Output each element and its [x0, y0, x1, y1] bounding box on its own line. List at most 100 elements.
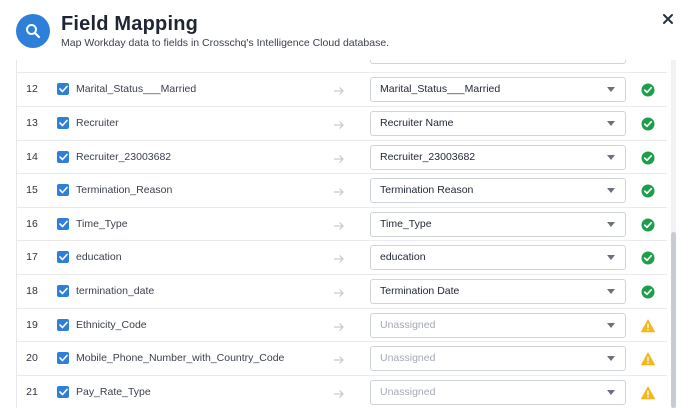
arrow-right-icon — [333, 353, 345, 365]
scrollbar-thumb[interactable] — [671, 232, 676, 408]
arrow-right-icon — [333, 185, 345, 197]
table-row: 21 Pay_Rate_Type Unassigned — [17, 375, 667, 408]
include-checkbox[interactable] — [57, 285, 69, 297]
row-number: 21 — [26, 386, 38, 398]
source-field-name: Marital_Status___Married — [76, 83, 197, 95]
select-value: Unassigned — [380, 352, 436, 364]
select-value: education — [380, 251, 426, 263]
source-field-name: Pay_Rate_Type — [76, 386, 151, 398]
row-number: 19 — [26, 319, 38, 331]
source-field-name: Recruiter — [76, 117, 119, 129]
check-circle-icon — [641, 83, 655, 97]
include-checkbox[interactable] — [57, 386, 69, 398]
search-icon — [16, 14, 50, 48]
target-field-select[interactable]: Recruiter_23003682 — [370, 145, 626, 170]
target-field-select[interactable]: Unassigned — [370, 313, 626, 338]
include-checkbox[interactable] — [57, 151, 69, 163]
source-field-name: Recruiter_23003682 — [76, 151, 172, 163]
include-checkbox[interactable] — [57, 352, 69, 364]
include-checkbox[interactable] — [57, 184, 69, 196]
row-number: 12 — [26, 83, 38, 95]
close-icon[interactable] — [661, 12, 675, 26]
check-circle-icon — [641, 117, 655, 131]
select-value: Termination Date — [380, 285, 460, 297]
warning-icon — [641, 386, 655, 400]
source-field-name: Mobile_Phone_Number_with_Country_Code — [76, 352, 285, 364]
chevron-down-icon — [607, 155, 615, 160]
arrow-right-icon — [333, 84, 345, 96]
arrow-right-icon — [333, 219, 345, 231]
chevron-down-icon — [607, 188, 615, 193]
table-row: 15 Termination_Reason Termination Reason — [17, 173, 667, 207]
select-value: Unassigned — [380, 386, 436, 398]
target-field-select[interactable]: education — [370, 245, 626, 270]
target-field-select[interactable]: Recruiter Name — [370, 111, 626, 136]
select-value: Time_Type — [380, 218, 432, 230]
arrow-right-icon — [333, 387, 345, 399]
row-number: 18 — [26, 285, 38, 297]
include-checkbox[interactable] — [57, 117, 69, 129]
chevron-down-icon — [607, 255, 615, 260]
table-row: 12 Marital_Status___Married Marital_Stat… — [17, 72, 667, 106]
include-checkbox[interactable] — [57, 251, 69, 263]
row-number: 16 — [26, 218, 38, 230]
row-number: 14 — [26, 151, 38, 163]
chevron-down-icon — [607, 222, 615, 227]
table-row: 13 Recruiter Recruiter Name — [17, 106, 667, 140]
source-field-name: Ethnicity_Code — [76, 319, 147, 331]
row-number — [17, 60, 47, 68]
target-field-select[interactable]: Marital_Status___Married — [370, 77, 626, 102]
table-row: 19 Ethnicity_Code Unassigned — [17, 308, 667, 342]
include-checkbox[interactable] — [57, 218, 69, 230]
target-field-select[interactable]: Unassigned — [370, 380, 626, 405]
chevron-down-icon — [607, 323, 615, 328]
select-value: Recruiter Name — [380, 117, 454, 129]
check-circle-icon — [641, 251, 655, 265]
row-number: 17 — [26, 251, 38, 263]
table-row — [17, 60, 667, 68]
target-field-select[interactable] — [370, 60, 626, 64]
table-row: 14 Recruiter_23003682 Recruiter_23003682 — [17, 140, 667, 174]
row-number: 13 — [26, 117, 38, 129]
table-row: 16 Time_Type Time_Type — [17, 207, 667, 241]
row-number: 15 — [26, 184, 38, 196]
warning-icon — [641, 352, 655, 366]
select-value: Termination Reason — [380, 184, 474, 196]
table-row: 17 education education — [17, 240, 667, 274]
target-field-select[interactable]: Termination Date — [370, 279, 626, 304]
page-subtitle: Map Workday data to fields in Crosschq's… — [61, 37, 390, 49]
chevron-down-icon — [607, 87, 615, 92]
include-checkbox[interactable] — [57, 319, 69, 331]
table-row: 20 Mobile_Phone_Number_with_Country_Code… — [17, 341, 667, 375]
target-field-select[interactable]: Unassigned — [370, 346, 626, 371]
select-value: Unassigned — [380, 319, 436, 331]
page-title: Field Mapping — [61, 13, 199, 35]
arrow-right-icon — [333, 286, 345, 298]
field-mapping-table: 12 Marital_Status___Married Marital_Stat… — [16, 60, 667, 408]
check-circle-icon — [641, 184, 655, 198]
table-row: 18 termination_date Termination Date — [17, 274, 667, 308]
source-field-name: education — [76, 251, 122, 263]
modal-header: Field Mapping Map Workday data to fields… — [0, 0, 688, 60]
arrow-right-icon — [333, 252, 345, 264]
row-number: 20 — [26, 352, 38, 364]
arrow-right-icon — [333, 320, 345, 332]
arrow-right-icon — [333, 118, 345, 130]
include-checkbox[interactable] — [57, 83, 69, 95]
source-field-name: Time_Type — [76, 218, 128, 230]
chevron-down-icon — [607, 121, 615, 126]
select-value: Recruiter_23003682 — [380, 151, 476, 163]
check-circle-icon — [641, 285, 655, 299]
check-circle-icon — [641, 151, 655, 165]
select-value: Marital_Status___Married — [380, 83, 501, 95]
arrow-right-icon — [333, 152, 345, 164]
warning-icon — [641, 319, 655, 333]
chevron-down-icon — [607, 289, 615, 294]
chevron-down-icon — [607, 356, 615, 361]
check-circle-icon — [641, 218, 655, 232]
target-field-select[interactable]: Time_Type — [370, 212, 626, 237]
chevron-down-icon — [607, 390, 615, 395]
source-field-name: Termination_Reason — [76, 184, 173, 196]
target-field-select[interactable]: Termination Reason — [370, 178, 626, 203]
source-field-name: termination_date — [76, 285, 155, 297]
